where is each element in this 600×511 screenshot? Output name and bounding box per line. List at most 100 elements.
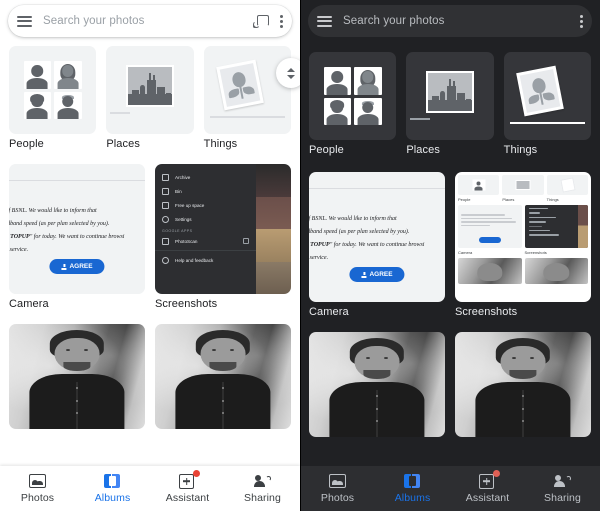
nav-label: Albums [394,491,431,504]
photo-thumb-2[interactable] [155,324,291,429]
doc-line-2: roadband speed (as per plan selected by … [9,221,110,227]
category-label: People [309,144,344,156]
cast-icon[interactable] [253,14,269,28]
pane-divider [300,0,301,511]
kebab-icon[interactable] [579,14,583,28]
nav-item-photos[interactable]: Photos [300,473,375,504]
nav-item-sharing[interactable]: Sharing [225,474,300,504]
nav-item-assistant[interactable]: Assistant [450,469,525,504]
divider-line [209,116,285,118]
people-card[interactable] [9,46,97,134]
tulip-photo-icon [516,65,565,117]
help-icon [162,256,169,264]
doc-line-4: free service. [309,255,329,261]
portrait-man-1[interactable] [309,332,445,437]
portrait-man-1[interactable] [9,324,145,429]
search-input[interactable]: Search your photos [43,15,254,27]
places-card[interactable] [106,46,194,134]
doc-line-3: tary TOPUP" for today. We want to contin… [309,242,425,248]
mini-portrait-2 [524,258,588,284]
portrait-man-2[interactable] [455,332,591,437]
menu-item-bin: Bin [155,184,256,198]
menu-side-photos [255,164,291,294]
photos-icon [329,473,346,489]
hamburger-icon[interactable] [17,15,32,27]
search-bar[interactable]: Search your photos [308,5,592,37]
photos-icon [29,473,46,489]
free-space-icon [162,201,169,209]
mini-camera-thumb [458,205,522,248]
mini-category-label: Places [502,197,515,202]
people-faces-icon [323,67,382,125]
album-screenshots[interactable]: Archive Bin Free up space Settings GOOGL… [155,164,291,310]
albums-row: er of BSNL. We would like to inform that… [0,164,300,310]
album-label: Screenshots [455,306,518,318]
tulip-photo-icon [216,59,265,111]
fast-scroll-bubble[interactable] [276,58,300,88]
mini-album-label: Screenshots [524,250,547,255]
search-input[interactable]: Search your photos [343,15,579,27]
album-screenshots[interactable]: People Places Things Camera Screenshots … [455,172,591,318]
menu-item-free-up-space: Free up space [155,198,256,212]
photo-thumb-1[interactable] [9,324,145,429]
photoscan-icon [162,237,169,245]
camera-album-thumb[interactable]: er of BSNL. We would like to inform that… [309,172,445,302]
assistant-icon [479,469,500,489]
category-label: People [9,138,44,150]
doc-line-2: roadband speed (as per plan selected by … [309,229,410,235]
photo-thumb-2[interactable] [455,332,591,437]
gear-icon [162,215,169,223]
hamburger-icon[interactable] [317,15,332,27]
album-camera[interactable]: er of BSNL. We would like to inform that… [309,172,445,318]
nav-item-photos[interactable]: Photos [0,473,75,504]
trash-icon [162,187,169,195]
doc-line-1: er of BSNL. We would like to inform that [309,216,397,222]
search-bar[interactable]: Search your photos [8,5,292,37]
things-card[interactable] [203,46,291,134]
mini-people-card [458,175,500,195]
album-camera[interactable]: er of BSNL. We would like to inform that… [9,164,145,310]
album-label: Camera [309,306,349,318]
category-people[interactable]: People [309,52,397,156]
category-label: Things [503,144,538,156]
doc-line-3: tary TOPUP" for today. We want to contin… [9,234,125,240]
nav-label: Assistant [165,491,210,504]
menu-item-help: Help and feedback [155,253,256,267]
agree-button: AGREE [49,259,105,274]
camera-album-thumb[interactable]: er of BSNL. We would like to inform that… [9,164,145,294]
notification-badge [193,469,200,477]
city-photo-icon [425,71,474,114]
menu-item-archive: Archive [155,170,256,184]
horizon-line [110,112,131,114]
nav-label: Albums [94,491,131,504]
category-things[interactable]: Things [203,46,291,150]
screenshots-album-thumb[interactable]: Archive Bin Free up space Settings GOOGL… [155,164,291,294]
nav-item-assistant[interactable]: Assistant [150,469,225,504]
nav-item-albums[interactable]: Albums [75,473,150,504]
albums-icon [104,473,121,489]
mini-portrait-1 [458,258,522,284]
nav-item-albums[interactable]: Albums [375,473,450,504]
albums-content: People Places Things BSNL. We would like… [0,42,300,466]
album-label: Screenshots [155,298,218,310]
photo-thumb-1[interactable] [309,332,445,437]
things-card[interactable] [503,52,591,140]
external-link-icon [242,238,249,244]
nav-item-sharing[interactable]: Sharing [525,474,600,504]
mini-category-label: People [458,197,471,202]
category-places[interactable]: Places [106,46,194,150]
screenshots-album-thumb[interactable]: People Places Things Camera Screenshots [455,172,591,302]
portrait-man-2[interactable] [155,324,291,429]
category-places[interactable]: Places [406,52,494,156]
places-card[interactable] [406,52,494,140]
dark-theme-pane: Search your photos People Places Things … [300,0,600,511]
category-people[interactable]: People [9,46,97,150]
albums-row: er of BSNL. We would like to inform that… [300,172,600,318]
bottom-nav: Photos Albums Assistant Sharing [300,466,600,511]
photos-row [300,332,600,437]
people-card[interactable] [309,52,397,140]
mini-places-card [502,175,544,195]
kebab-icon[interactable] [279,14,283,28]
category-things[interactable]: Things [503,52,591,156]
mini-category-label: Things [546,197,559,202]
